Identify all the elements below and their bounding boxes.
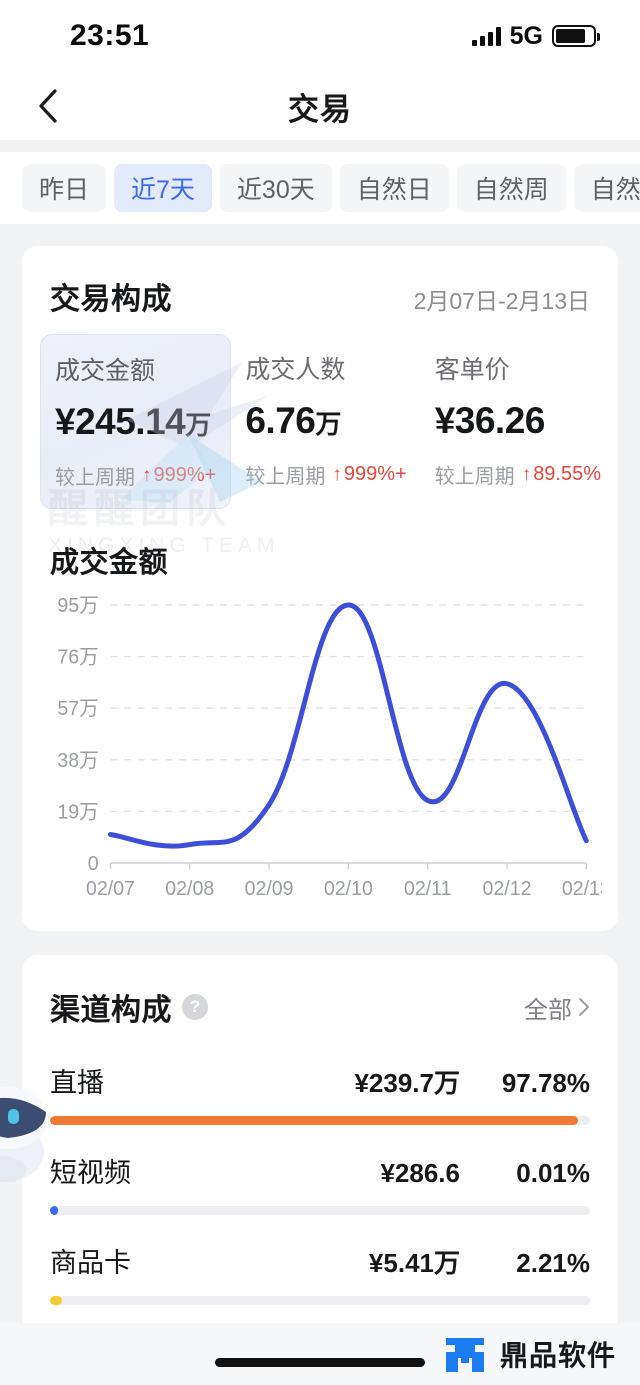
chart-x-tick-label: 02/08	[165, 878, 214, 900]
chart-line-series	[108, 602, 589, 849]
tab-1[interactable]: 近7天	[114, 164, 212, 212]
chart-x-tick-label: 02/13	[562, 878, 602, 900]
metric-compare: 较上周期 ↑ 89.55%	[435, 460, 601, 489]
channel-view-all-label: 全部	[524, 996, 572, 1024]
home-indicator	[215, 1358, 425, 1367]
metric-unit: 万	[185, 410, 211, 440]
channel-name: 商品卡	[50, 1248, 131, 1278]
status-bar: 23:51 5G	[0, 0, 640, 72]
metric-label: 成交人数	[245, 356, 346, 384]
arrow-up-icon: ↑	[142, 465, 152, 486]
metric-delta-value: 89.55%	[533, 463, 602, 485]
overview-header: 交易构成 2月07日-2月13日	[22, 246, 618, 318]
channel-progress-bar	[50, 1206, 590, 1215]
channel-row-values: 短视频 ¥286.6 0.01%	[50, 1125, 590, 1206]
channel-row-values: 商品卡 ¥5.41万 2.21%	[50, 1215, 590, 1296]
metric-value: ¥36.26	[434, 400, 546, 441]
channel-progress-fill	[50, 1296, 62, 1305]
chevron-left-icon	[39, 89, 57, 123]
channel-percent: 0.01%	[516, 1158, 590, 1188]
channel-progress-fill	[50, 1116, 578, 1125]
overview-title: 交易构成	[50, 283, 172, 316]
chart-title: 成交金额	[50, 547, 169, 579]
chart-x-tick-label: 02/11	[404, 878, 452, 900]
date-range-tabs[interactable]: 昨日近7天近30天自然日自然周自然月	[0, 152, 640, 224]
channel-header: 渠道构成 ? 全部	[22, 955, 618, 1035]
tab-2[interactable]: 近30天	[219, 164, 332, 212]
metric-value: ¥245.14万	[55, 401, 211, 442]
chart-x-tick-label: 02/12	[483, 878, 532, 900]
channel-row[interactable]: 直播 ¥239.7万 97.78%	[22, 1035, 618, 1125]
robot-mascot-icon	[0, 1078, 60, 1184]
metric-label: 客单价	[434, 356, 510, 384]
transaction-amount-chart: 0 19万 38万 57万 76万 95万 02/07 02/08 02/09 02/10 02/1…	[38, 591, 602, 921]
tab-5[interactable]: 自然月	[573, 164, 640, 212]
phone-screen: 23:51 5G 交易 昨日近7天近30天自然日自然周自然月	[0, 0, 640, 1385]
metric-compare-label: 较上周期	[245, 466, 326, 488]
ding-logo-icon	[445, 1338, 484, 1372]
channel-amount: ¥286.6	[380, 1158, 460, 1188]
tab-0[interactable]: 昨日	[22, 164, 107, 212]
status-indicators: 5G	[471, 21, 600, 51]
chart-x-tick-label: 02/10	[324, 878, 373, 900]
status-time: 23:51	[70, 19, 150, 52]
chart-y-tick-label: 38万	[57, 750, 98, 772]
channel-amount: ¥5.41万	[368, 1248, 460, 1278]
chart-x-tick-label: 02/07	[86, 878, 135, 900]
chart-y-tick-label: 76万	[57, 646, 98, 668]
metric-label: 成交金额	[55, 357, 156, 385]
channel-percent: 97.78%	[501, 1068, 590, 1098]
signal-bars-icon	[471, 26, 501, 46]
metric-delta-value: 999%+	[153, 464, 217, 486]
metric-unit: 万	[315, 409, 341, 439]
channel-amount: ¥239.7万	[354, 1068, 460, 1098]
metric-compare: 较上周期 ↑ 999%+	[55, 461, 216, 490]
metric-compare: 较上周期 ↑ 999%+	[245, 460, 406, 489]
channel-name: 短视频	[50, 1158, 131, 1188]
battery-icon	[552, 25, 600, 47]
overview-date-range: 2月07日-2月13日	[413, 288, 590, 314]
brand-name: 鼎品软件	[499, 1340, 616, 1371]
metric-delta: ↑ 89.55%	[522, 463, 601, 486]
metrics-row: 成交金额 ¥245.14万 较上周期 ↑ 999%+ 成交人数 6.76万 较上周期 ↑ 999%…	[22, 318, 618, 515]
question-mark-icon[interactable]: ?	[182, 994, 208, 1020]
metric-delta: ↑ 999%+	[142, 464, 216, 487]
chart-x-tick-label: 02/09	[245, 878, 294, 900]
channel-progress-bar	[50, 1116, 590, 1125]
page-content: 醒醒团队 XINGXING TEAM 交易构成 2月07日-2月13日 成交金额…	[0, 224, 640, 1385]
metric-compare-label: 较上周期	[55, 467, 135, 489]
channel-progress-bar	[50, 1296, 590, 1305]
channel-progress-fill	[50, 1206, 58, 1215]
chart-y-tick-label: 0	[88, 853, 99, 875]
page-title: 交易	[288, 91, 352, 127]
channel-percent: 2.21%	[516, 1248, 590, 1278]
brand-bar: 鼎品软件	[0, 1323, 640, 1385]
nav-bar: 交易	[0, 72, 640, 140]
arrow-up-icon: ↑	[332, 464, 342, 485]
tab-4[interactable]: 自然周	[456, 164, 566, 212]
metric-card-1[interactable]: 成交人数 6.76万较上周期 ↑ 999%+	[231, 334, 420, 509]
chevron-right-icon	[579, 998, 589, 1016]
channel-row[interactable]: 短视频 ¥286.6 0.01%	[22, 1125, 618, 1215]
metric-delta-value: 999%+	[343, 463, 407, 485]
channel-row[interactable]: 商品卡 ¥5.41万 2.21%	[22, 1215, 618, 1305]
arrow-up-icon: ↑	[521, 464, 532, 485]
network-type-label: 5G	[509, 21, 543, 50]
metric-delta: ↑ 999%+	[332, 463, 406, 486]
channel-title: 渠道构成	[50, 994, 172, 1027]
back-button[interactable]	[26, 84, 70, 128]
metric-card-2[interactable]: 客单价 ¥36.26 较上周期 ↑ 89.55%	[421, 334, 615, 509]
channel-composition-card: 渠道构成 ? 全部 直播 ¥239.7万 97.78% 短视频 ¥286.6 0.01% 商…	[22, 955, 618, 1385]
metric-compare-label: 较上周期	[434, 466, 515, 488]
channel-name: 直播	[50, 1068, 104, 1098]
chart-y-tick-label: 19万	[57, 801, 98, 823]
tab-3[interactable]: 自然日	[339, 164, 449, 212]
metric-value: 6.76万	[245, 400, 341, 441]
metric-card-0[interactable]: 成交金额 ¥245.14万较上周期 ↑ 999%+	[40, 334, 232, 509]
chart-y-tick-label: 95万	[57, 595, 98, 617]
chart-y-tick-label: 57万	[57, 698, 98, 720]
transaction-overview-card: 醒醒团队 XINGXING TEAM 交易构成 2月07日-2月13日 成交金额…	[22, 246, 618, 931]
channel-row-values: 直播 ¥239.7万 97.78%	[50, 1035, 590, 1116]
channel-view-all-button[interactable]: 全部	[524, 990, 590, 1025]
